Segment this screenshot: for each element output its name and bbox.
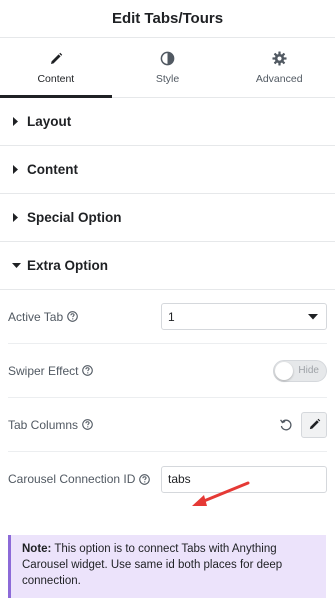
active-tab-row: Active Tab 1 (8, 290, 327, 344)
caret-right-icon (10, 164, 22, 176)
help-icon[interactable] (82, 365, 94, 376)
note-text: This option is to connect Tabs with Anyt… (22, 543, 283, 587)
tab-style-label: Style (155, 72, 180, 85)
chevron-down-icon (308, 313, 318, 320)
toggle-state-label: Hide (298, 364, 319, 376)
carousel-connection-label-text: Carousel Connection ID (8, 472, 136, 486)
section-content[interactable]: Content (0, 146, 335, 194)
panel-title: Edit Tabs/Tours (111, 10, 224, 27)
reset-icon[interactable] (279, 418, 293, 432)
caret-right-icon (10, 116, 22, 128)
edit-button[interactable] (301, 411, 327, 438)
caret-down-icon (10, 260, 22, 272)
extra-option-controls: Active Tab 1 Swiper Effect Hide Tab Colu… (0, 290, 335, 506)
carousel-connection-label: Carousel Connection ID (8, 472, 151, 486)
section-extra-option-label: Extra Option (27, 258, 109, 273)
section-special-option-label: Special Option (27, 210, 122, 225)
section-special-option[interactable]: Special Option (0, 194, 335, 242)
swiper-effect-row: Swiper Effect Hide (8, 344, 327, 398)
swiper-effect-label: Swiper Effect (8, 363, 94, 378)
section-extra-option[interactable]: Extra Option (0, 242, 335, 290)
active-tab-value: 1 (168, 309, 175, 324)
tab-advanced-label: Advanced (255, 72, 303, 85)
carousel-connection-row: Carousel Connection ID (8, 452, 327, 506)
gear-icon (271, 51, 287, 67)
tab-content-label: Content (37, 72, 75, 85)
caret-right-icon (10, 212, 22, 224)
swiper-effect-label-text: Swiper Effect (8, 363, 79, 378)
swiper-effect-toggle[interactable]: Hide (273, 359, 327, 382)
active-tab-select[interactable]: 1 (161, 303, 327, 330)
help-icon[interactable] (82, 419, 93, 430)
active-tab-label: Active Tab (8, 310, 78, 324)
section-layout[interactable]: Layout (0, 98, 335, 146)
tab-columns-label-text: Tab Columns (8, 417, 79, 432)
panel-tabs: Content Style Advanced (0, 38, 335, 98)
help-icon[interactable] (67, 311, 78, 322)
tab-advanced[interactable]: Advanced (223, 38, 335, 97)
tab-columns-controls (279, 411, 327, 438)
section-layout-label: Layout (27, 114, 72, 129)
pencil-icon (48, 51, 64, 67)
tab-columns-row: Tab Columns (8, 398, 327, 452)
toggle-knob (275, 361, 293, 380)
tab-columns-label: Tab Columns (8, 418, 93, 432)
help-icon[interactable] (139, 473, 151, 485)
section-content-label: Content (27, 162, 78, 177)
half-circle-icon (160, 51, 176, 67)
pencil-icon (308, 418, 321, 431)
tab-content[interactable]: Content (0, 38, 112, 98)
panel-header: Edit Tabs/Tours (0, 0, 335, 38)
note-label: Note: (22, 543, 52, 555)
note-box: Note: This option is to connect Tabs wit… (8, 535, 326, 598)
carousel-connection-input[interactable] (161, 465, 327, 493)
tab-style[interactable]: Style (112, 38, 224, 97)
active-tab-label-text: Active Tab (8, 309, 64, 324)
